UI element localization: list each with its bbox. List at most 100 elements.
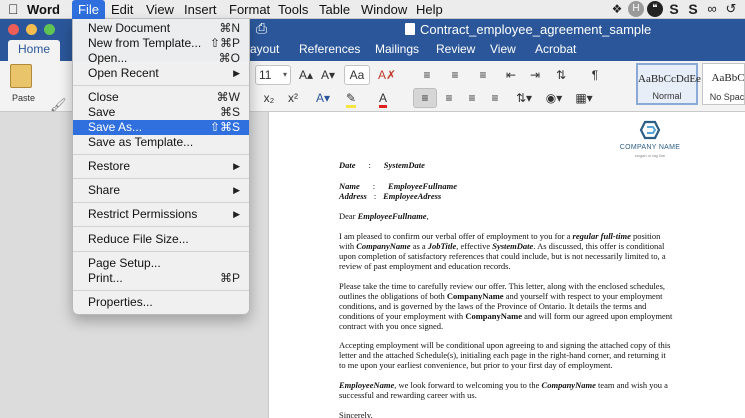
extension-icon[interactable]: H [628,1,644,17]
style-label: Normal [652,91,682,101]
menu-table[interactable]: Table [319,2,350,17]
decrease-indent-button[interactable]: ⇤ [500,65,522,85]
menu-item-new-from-template[interactable]: New from Template... ⇧⌘P [73,36,249,51]
salutation: Dear EmployeeFullname, [339,211,681,221]
menu-format[interactable]: Format [229,2,270,17]
format-painter-icon[interactable]: 🖌 [50,97,67,113]
text-span: , we look forward to welcoming you to th… [394,380,542,390]
clear-formatting-button[interactable]: A✗ [376,65,398,85]
menu-view[interactable]: View [146,2,174,17]
menu-item-properties[interactable]: Properties... [73,295,249,310]
menu-item-save-as[interactable]: Save As... ⇧⌘S [73,120,249,135]
superscript-button[interactable]: x² [282,88,304,108]
menu-item-restore[interactable]: Restore ▶ [73,159,249,174]
submenu-arrow-icon: ▶ [233,185,240,195]
sort-button[interactable]: ⇅ [550,65,572,85]
show-formatting-button[interactable]: ¶ [584,65,606,85]
shazam-icon[interactable]: S [685,1,701,17]
skype-icon[interactable]: S [666,1,682,17]
apple-icon[interactable]:  [8,1,19,17]
document-page[interactable]: COMPANY NAME slogan or tag line Date : S… [268,112,745,418]
menu-item-open[interactable]: Open... ⌘O [73,51,249,66]
menu-separator [73,226,249,227]
tab-home[interactable]: Home [8,40,61,61]
hangouts-icon[interactable]: ❝ [647,1,663,17]
text-line: successful and rewarding career with us. [339,390,477,400]
style-normal[interactable]: AaBbCcDdEe Normal [636,63,701,105]
subscript-button[interactable]: x₂ [258,88,280,108]
grow-font-button[interactable]: A▴ [296,65,316,85]
menu-separator [73,202,249,203]
numbering-button[interactable]: ≡ [442,65,468,85]
justify-button[interactable]: ≡ [484,88,506,108]
text-span: CompanyName [446,291,504,301]
menu-item-close[interactable]: Close ⌘W [73,90,249,105]
text-line: Accepting employment will be conditional… [339,340,671,350]
print-icon[interactable]: ⎙ [256,20,267,37]
change-case-button[interactable]: Aa [344,65,370,85]
menu-item-restrict-permissions[interactable]: Restrict Permissions ▶ [73,207,249,222]
menu-tools[interactable]: Tools [278,2,308,17]
align-right-button[interactable]: ≡ [461,88,483,108]
shrink-font-button[interactable]: A▾ [318,65,338,85]
tab-acrobat[interactable]: Acrobat [535,42,576,56]
menu-item-share[interactable]: Share ▶ [73,183,249,198]
menu-item-label: New from Template... [88,36,202,50]
dropbox-icon[interactable]: ❖ [609,1,625,17]
app-menu-word[interactable]: Word [27,2,60,17]
font-color-button[interactable]: A [370,88,396,108]
bullets-button[interactable]: ≡ [414,65,440,85]
font-size-select[interactable]: 11 ▾ [255,65,291,85]
file-menu-dropdown: New Document ⌘N New from Template... ⇧⌘P O… [72,19,250,315]
text-effects-button[interactable]: A▾ [310,88,336,108]
tab-view[interactable]: View [490,42,516,56]
zoom-window-button[interactable] [44,24,55,35]
menu-item-label: Share [88,183,121,197]
paragraph-3: Accepting employment will be conditional… [339,340,681,370]
menu-item-open-recent[interactable]: Open Recent ▶ [73,66,249,81]
salutation-suffix: , [426,211,429,221]
menu-item-shortcut: ⌘O [218,51,240,65]
numbering-icon: ≡ [451,68,459,82]
paste-icon[interactable] [10,64,32,88]
text-span: SystemDate [492,241,534,251]
tab-review[interactable]: Review [436,42,475,56]
salutation-name: EmployeeFullname [357,211,427,221]
menu-item-print[interactable]: Print... ⌘P [73,271,249,286]
menu-help[interactable]: Help [416,2,443,17]
menu-edit[interactable]: Edit [111,2,133,17]
text-line: to me upon your earliest convenience, bu… [339,360,613,370]
menu-item-reduce-file-size[interactable]: Reduce File Size... [73,232,249,247]
date-label: Date [339,160,356,170]
menu-item-label: Open Recent [88,66,159,80]
menu-item-page-setup[interactable]: Page Setup... [73,256,249,271]
close-window-button[interactable] [8,24,19,35]
shading-button[interactable]: ◉▾ [540,88,568,108]
borders-button[interactable]: ▦▾ [570,88,598,108]
creative-cloud-icon[interactable]: ∞ [704,1,720,17]
menu-insert[interactable]: Insert [184,2,217,17]
menu-file[interactable]: File [72,0,105,19]
tab-references[interactable]: References [299,42,360,56]
style-no-spacing[interactable]: AaBbCcDdEe No Spacing [702,63,745,105]
paste-label[interactable]: Paste [12,93,35,103]
multilevel-list-button[interactable]: ≡ [470,65,496,85]
minimize-window-button[interactable] [26,24,37,35]
menu-window[interactable]: Window [361,2,407,17]
highlight-button[interactable]: ✎ [338,88,364,108]
text-span: conditions of your employment with [339,311,466,321]
menu-item-new-document[interactable]: New Document ⌘N [73,21,249,36]
align-left-icon: ≡ [421,91,429,105]
menu-item-save-as-template[interactable]: Save as Template... [73,135,249,150]
tab-mailings[interactable]: Mailings [375,42,419,56]
pilcrow-icon: ¶ [591,68,599,82]
menu-item-save[interactable]: Save ⌘S [73,105,249,120]
time-machine-icon[interactable]: ↺ [723,1,739,17]
tab-layout[interactable]: ayout [250,42,279,56]
align-center-button[interactable]: ≡ [438,88,460,108]
increase-indent-button[interactable]: ⇥ [524,65,546,85]
line-spacing-button[interactable]: ⇅▾ [510,88,538,108]
menu-item-label: Print... [88,271,123,285]
increase-indent-icon: ⇥ [529,68,541,82]
align-left-button[interactable]: ≡ [413,88,437,108]
